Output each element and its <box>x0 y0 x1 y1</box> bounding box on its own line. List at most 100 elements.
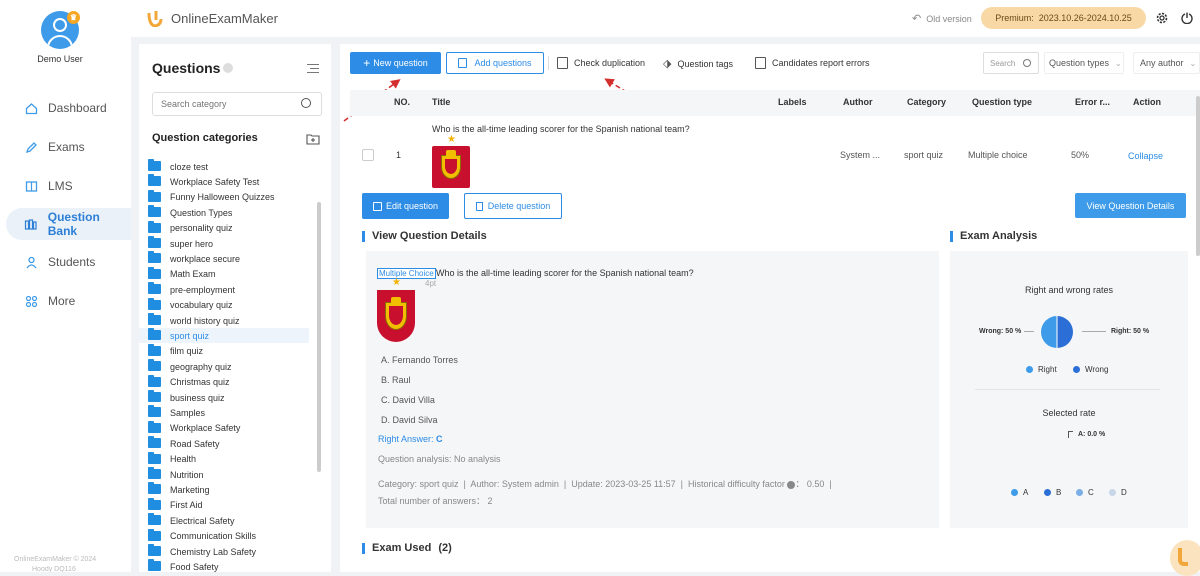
legend-dot <box>1026 366 1033 374</box>
edit-question-button[interactable]: Edit question <box>362 193 449 219</box>
any-author-select[interactable]: Any author ⌄ <box>1133 52 1200 74</box>
folder-icon <box>148 159 161 171</box>
right-answer-value: C <box>436 434 443 444</box>
legend-dot <box>1044 489 1051 497</box>
premium-range: 2023.10.26-2024.10.25 <box>1038 13 1132 23</box>
category-item[interactable]: Electrical Safety <box>148 513 235 528</box>
view-question-details-button[interactable]: View Question Details <box>1075 193 1186 218</box>
legend-dot <box>1073 366 1080 374</box>
premium-badge[interactable]: Premium: 2023.10.26-2024.10.25 <box>981 7 1146 29</box>
category-item[interactable]: Communication Skills <box>148 528 256 544</box>
category-item[interactable]: Chemistry Lab Safety <box>148 544 256 559</box>
grid-icon <box>24 294 38 308</box>
category-label: Funny Halloween Quizzes <box>170 192 275 203</box>
legend-d-label: D <box>1121 488 1127 497</box>
category-search-input[interactable] <box>161 99 291 109</box>
category-item[interactable]: Food Safety <box>148 559 219 574</box>
leader-line <box>1068 431 1073 438</box>
view-details-title: View Question Details <box>372 230 487 242</box>
folder-icon <box>148 436 161 449</box>
chat-widget-logo <box>1178 548 1188 566</box>
category-item[interactable]: film quiz <box>148 343 203 359</box>
folder-icon <box>148 497 161 510</box>
category-item[interactable]: Question Types <box>148 205 232 220</box>
folder-icon <box>148 282 161 295</box>
category-item[interactable]: Funny Halloween Quizzes <box>148 189 275 205</box>
category-item[interactable]: Health <box>148 451 196 467</box>
category-item[interactable]: sport quiz <box>139 328 309 344</box>
edit-question-label: Edit question <box>385 201 439 211</box>
check-duplication-button[interactable]: Check duplication <box>557 57 645 69</box>
search-field[interactable]: Search <box>983 52 1039 74</box>
category-item[interactable]: cloze test <box>148 159 208 174</box>
category-item[interactable]: vocabulary quiz <box>148 297 233 313</box>
category-item[interactable]: Christmas quiz <box>148 374 230 390</box>
tag-icon: ⬗ <box>663 58 672 70</box>
add-questions-button[interactable]: Add questions <box>446 52 544 74</box>
legend-d: D <box>1109 488 1127 497</box>
nav-question-bank[interactable]: Question Bank <box>6 208 131 240</box>
undo-icon: ↶ <box>912 13 922 25</box>
category-label: world history quiz <box>170 315 240 326</box>
category-item[interactable]: personality quiz <box>148 220 233 236</box>
legend-a: A <box>1011 488 1028 497</box>
category-item[interactable]: First Aid <box>148 497 203 513</box>
main-scrollbar[interactable] <box>1196 96 1200 256</box>
logout-icon[interactable] <box>1181 12 1193 25</box>
user-name: Demo User <box>37 54 83 64</box>
folder-icon <box>148 420 161 433</box>
category-item[interactable]: Workplace Safety Test <box>148 174 260 189</box>
folder-icon <box>148 313 161 325</box>
nav-dashboard[interactable]: Dashboard <box>6 92 131 124</box>
menu-icon[interactable] <box>307 64 319 73</box>
folder-icon <box>148 544 161 556</box>
old-version-link[interactable]: ↶ Old version <box>912 12 972 25</box>
add-folder-icon[interactable] <box>306 133 320 145</box>
category-label: Workplace Safety Test <box>170 176 260 187</box>
question-tags-button[interactable]: ⬗ Question tags <box>663 57 733 70</box>
category-item[interactable]: Samples <box>148 405 205 420</box>
category-item[interactable]: pre-employment <box>148 282 235 297</box>
legend-b: B <box>1044 488 1061 497</box>
nav-exams[interactable]: Exams <box>6 131 131 163</box>
new-question-button[interactable]: + New question <box>350 52 441 74</box>
candidates-report-errors-button[interactable]: Candidates report errors <box>755 57 870 69</box>
exam-used-title: Exam Used (2) <box>372 542 452 554</box>
legend-right-label: Right <box>1038 365 1057 374</box>
category-item[interactable]: Nutrition <box>148 467 204 482</box>
nav-more[interactable]: More <box>6 285 131 317</box>
category-label: Christmas quiz <box>170 377 230 388</box>
category-item[interactable]: geography quiz <box>148 359 232 374</box>
section-marker <box>950 231 953 242</box>
category-item[interactable]: business quiz <box>148 390 225 405</box>
row-question-type: Multiple choice <box>968 150 1028 160</box>
info-icon[interactable] <box>223 63 233 73</box>
category-item[interactable]: Marketing <box>148 482 210 497</box>
category-item[interactable]: world history quiz <box>148 313 240 328</box>
category-item[interactable]: super hero <box>148 236 213 251</box>
category-label: personality quiz <box>170 223 233 234</box>
search-icon[interactable] <box>301 98 311 108</box>
pen-icon <box>24 140 38 154</box>
category-label: geography quiz <box>170 361 232 372</box>
category-item[interactable]: Math Exam <box>148 266 216 282</box>
nav-lms[interactable]: LMS <box>6 170 131 202</box>
category-item[interactable]: Workplace Safety <box>148 420 240 436</box>
category-item[interactable]: workplace secure <box>148 251 240 266</box>
legend-a-label: A <box>1023 488 1029 497</box>
pie-slice-wrong <box>1041 316 1057 348</box>
category-item[interactable]: Road Safety <box>148 436 220 451</box>
delete-question-button[interactable]: Delete question <box>464 193 562 219</box>
gear-icon[interactable] <box>1155 11 1169 25</box>
left-sidebar: ♛ Demo User Dashboard Exams LMS Question… <box>0 0 131 572</box>
nav-students[interactable]: Students <box>6 246 131 278</box>
collapse-link[interactable]: Collapse <box>1128 151 1163 161</box>
row-checkbox[interactable] <box>362 149 374 161</box>
category-scrollbar[interactable] <box>317 202 321 472</box>
edit-icon <box>372 201 382 211</box>
home-icon <box>24 101 38 115</box>
category-search[interactable] <box>152 92 322 116</box>
wrong-rate-label: Wrong: 50 % <box>979 328 1022 335</box>
folder-icon <box>148 174 161 187</box>
question-types-select[interactable]: Question types ⌄ <box>1044 52 1124 74</box>
